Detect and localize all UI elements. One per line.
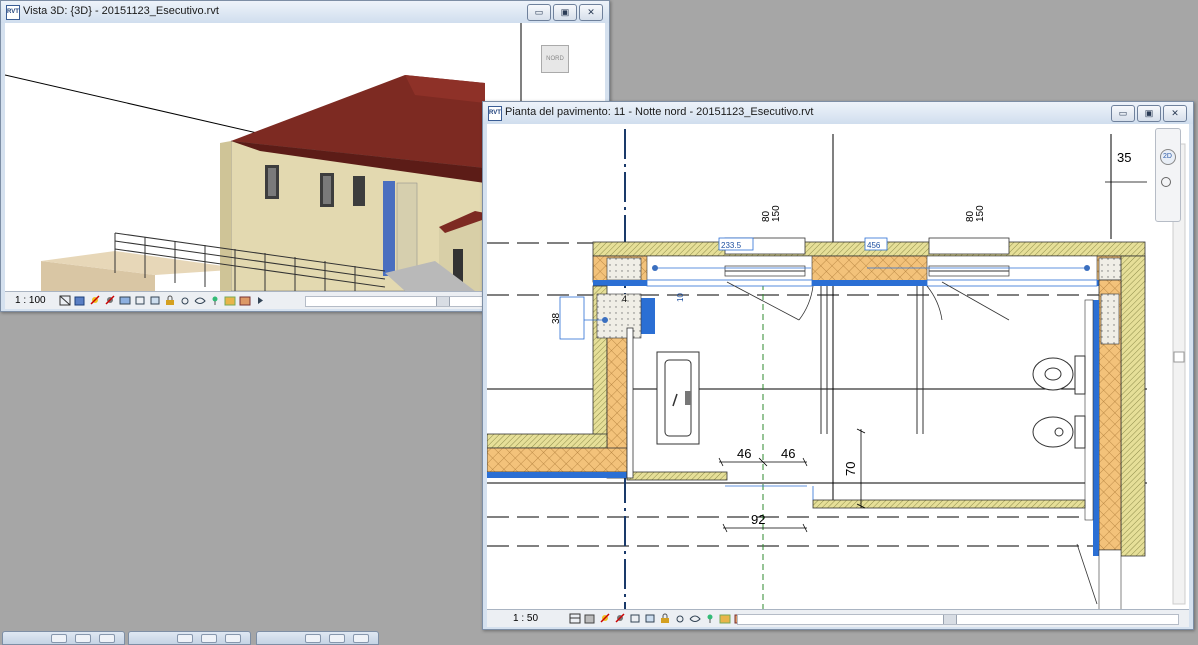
title-bar-3d[interactable]: RVT Vista 3D: {3D} - 20151123_Esecutivo.… <box>1 1 609 23</box>
show-crop-icon[interactable] <box>644 613 656 624</box>
analysis-icon[interactable] <box>209 295 221 306</box>
rendering-icon[interactable] <box>119 295 131 306</box>
dim-4: 4 <box>622 294 627 304</box>
dim-70: 70 <box>843 462 858 476</box>
shadows-off-icon[interactable] <box>104 295 116 306</box>
highlight-displacement-icon[interactable] <box>224 295 236 306</box>
dim-46b: 46 <box>781 446 795 461</box>
close-button[interactable]: ✕ <box>579 4 603 21</box>
lock-view-icon[interactable] <box>659 613 671 624</box>
floor-plan-drawing: 35 80 150 80 150 233.5 456 10 38 4 46 46… <box>487 129 1186 609</box>
minimized-maximize-button[interactable] <box>329 634 345 643</box>
dim-38: 38 <box>551 312 562 324</box>
sun-path-off-icon[interactable] <box>599 613 611 624</box>
viewcube[interactable]: NORD <box>541 45 569 73</box>
dim-35: 35 <box>1117 150 1131 165</box>
minimized-restore-button[interactable] <box>177 634 193 643</box>
dim-46a: 46 <box>737 446 751 461</box>
minimize-button[interactable]: ▭ <box>527 4 551 21</box>
minimized-close-button[interactable] <box>353 634 369 643</box>
highlight-displacement-icon[interactable] <box>719 613 731 624</box>
minimized-restore-button[interactable] <box>305 634 321 643</box>
viewcube-label: NORD <box>546 56 564 62</box>
reveal-constraints-icon[interactable] <box>239 295 251 306</box>
horizontal-scrollbar-plan[interactable] <box>737 614 1179 625</box>
nav-2d-label: 2D <box>1163 153 1172 160</box>
show-crop-icon[interactable] <box>149 295 161 306</box>
detail-level-icon[interactable] <box>569 613 581 624</box>
crop-view-icon[interactable] <box>629 613 641 624</box>
analysis-icon[interactable] <box>704 613 716 624</box>
minimized-close-button[interactable] <box>225 634 241 643</box>
minimized-view-1[interactable] <box>2 631 125 645</box>
minimized-view-3[interactable] <box>256 631 379 645</box>
temporary-hide-icon[interactable] <box>179 295 191 306</box>
window-title-3d: Vista 3D: {3D} - 20151123_Esecutivo.rvt <box>23 5 219 17</box>
shadows-off-icon[interactable] <box>614 613 626 624</box>
dim-10: 10 <box>676 293 685 302</box>
view-scale-3d[interactable]: 1 : 100 <box>5 295 59 306</box>
minimized-restore-button[interactable] <box>51 634 67 643</box>
close-button[interactable]: ✕ <box>1163 105 1187 122</box>
crop-view-icon[interactable] <box>134 295 146 306</box>
dim-92: 92 <box>751 512 765 527</box>
visual-style-icon[interactable] <box>74 295 86 306</box>
minimized-maximize-button[interactable] <box>201 634 217 643</box>
expand-icon[interactable] <box>254 295 266 306</box>
navigation-bar[interactable]: 2D <box>1155 128 1181 222</box>
dim-233: 233.5 <box>721 241 742 250</box>
minimized-view-2[interactable] <box>128 631 251 645</box>
window-floor-plan[interactable]: RVT Pianta del pavimento: 11 - Notte nor… <box>482 101 1194 630</box>
restore-button[interactable]: ▣ <box>553 4 577 21</box>
scrollbar-thumb[interactable] <box>436 297 450 306</box>
view-scale-plan[interactable]: 1 : 50 <box>487 613 569 624</box>
view-control-bar-plan: 1 : 50 <box>487 609 1189 627</box>
minimize-button[interactable]: ▭ <box>1111 105 1135 122</box>
window-title-plan: Pianta del pavimento: 11 - Notte nord - … <box>505 106 814 118</box>
reveal-hidden-icon[interactable] <box>689 613 701 624</box>
temporary-hide-icon[interactable] <box>674 613 686 624</box>
minimized-maximize-button[interactable] <box>75 634 91 643</box>
visual-style-icon[interactable] <box>584 613 596 624</box>
viewport-plan[interactable]: 35 80 150 80 150 233.5 456 10 38 4 46 46… <box>487 124 1189 609</box>
reveal-hidden-icon[interactable] <box>194 295 206 306</box>
sun-path-off-icon[interactable] <box>89 295 101 306</box>
revit-file-icon: RVT <box>488 106 502 121</box>
restore-button[interactable]: ▣ <box>1137 105 1161 122</box>
scrollbar-thumb[interactable] <box>943 615 957 624</box>
dim-150a: 150 <box>771 205 782 222</box>
revit-file-icon: RVT <box>6 5 20 20</box>
title-bar-plan[interactable]: RVT Pianta del pavimento: 11 - Notte nor… <box>483 102 1193 124</box>
minimized-close-button[interactable] <box>99 634 115 643</box>
zoom-icon[interactable] <box>1161 177 1171 187</box>
lock-view-icon[interactable] <box>164 295 176 306</box>
dim-456: 456 <box>867 241 881 250</box>
detail-level-icon[interactable] <box>59 295 71 306</box>
dim-150b: 150 <box>975 205 986 222</box>
